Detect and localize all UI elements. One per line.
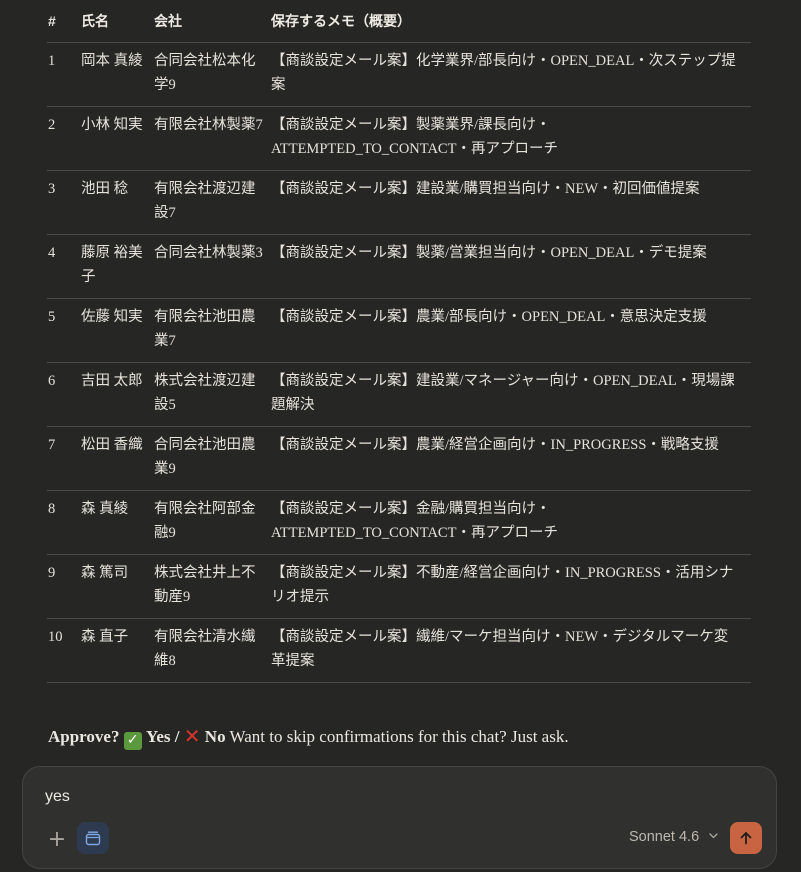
contact-name: 池田 稔 (80, 170, 153, 235)
contact-name: 佐藤 知実 (80, 298, 153, 363)
message-composer[interactable]: yes + Sonnet 4.6 (22, 766, 777, 869)
row-number: 6 (47, 362, 80, 427)
memo-table: # 氏名 会社 保存するメモ（概要） 1 岡本 真綾 合同会社松本化学9 【商談… (47, 0, 751, 683)
company-name: 有限会社林製薬7 (153, 106, 270, 171)
company-name: 有限会社阿部金融9 (153, 490, 270, 555)
skip-confirmation-hint: Want to skip confirmations for this chat… (229, 727, 569, 746)
table-row: 5 佐藤 知実 有限会社池田農業7 【商談設定メール案】農業/部長向け・OPEN… (47, 298, 751, 363)
message-input[interactable]: yes (45, 788, 70, 806)
tools-icon (85, 831, 101, 846)
add-attachment-button[interactable]: + (43, 826, 71, 854)
arrow-up-icon (740, 832, 752, 845)
memo-summary: 【商談設定メール案】金融/購買担当向け・ATTEMPTED_TO_CONTACT… (270, 490, 751, 555)
tools-button[interactable] (77, 822, 109, 854)
memo-summary: 【商談設定メール案】建設業/マネージャー向け・OPEN_DEAL・現場課題解決 (270, 362, 751, 427)
row-number: 9 (47, 554, 80, 619)
row-number: 10 (47, 618, 80, 683)
row-number: 2 (47, 106, 80, 171)
memo-summary: 【商談設定メール案】農業/経営企画向け・IN_PROGRESS・戦略支援 (270, 426, 751, 491)
contact-name: 森 篤司 (80, 554, 153, 619)
table-row: 8 森 真綾 有限会社阿部金融9 【商談設定メール案】金融/購買担当向け・ATT… (47, 490, 751, 555)
column-header-number: # (47, 0, 80, 43)
contact-name: 森 真綾 (80, 490, 153, 555)
company-name: 合同会社池田農業9 (153, 426, 270, 491)
model-label: Sonnet 4.6 (629, 829, 700, 845)
row-number: 1 (47, 42, 80, 107)
approve-question: Approve? (48, 727, 120, 746)
model-selector[interactable]: Sonnet 4.6 (629, 829, 718, 845)
table-row: 10 森 直子 有限会社清水繊維8 【商談設定メール案】繊維/マーケ担当向け・N… (47, 618, 751, 683)
company-name: 有限会社清水繊維8 (153, 618, 270, 683)
memo-summary: 【商談設定メール案】不動産/経営企画向け・IN_PROGRESS・活用シナリオ提… (270, 554, 751, 619)
row-number: 4 (47, 234, 80, 299)
table-header-row: # 氏名 会社 保存するメモ（概要） (47, 0, 751, 43)
memo-summary: 【商談設定メール案】化学業界/部長向け・OPEN_DEAL・次ステップ提案 (270, 42, 751, 107)
company-name: 合同会社松本化学9 (153, 42, 270, 107)
row-number: 5 (47, 298, 80, 363)
contact-name: 小林 知実 (80, 106, 153, 171)
table-row: 1 岡本 真綾 合同会社松本化学9 【商談設定メール案】化学業界/部長向け・OP… (47, 42, 751, 107)
company-name: 株式会社渡辺建設5 (153, 362, 270, 427)
contact-name: 松田 香織 (80, 426, 153, 491)
table-row: 7 松田 香織 合同会社池田農業9 【商談設定メール案】農業/経営企画向け・IN… (47, 426, 751, 491)
option-separator: / (174, 727, 180, 746)
column-header-memo: 保存するメモ（概要） (270, 0, 751, 43)
contact-name: 藤原 裕美子 (80, 234, 153, 299)
memo-summary: 【商談設定メール案】建設業/購買担当向け・NEW・初回価値提案 (270, 170, 751, 235)
table-row: 3 池田 稔 有限会社渡辺建設7 【商談設定メール案】建設業/購買担当向け・NE… (47, 170, 751, 235)
row-number: 8 (47, 490, 80, 555)
no-option: No (204, 727, 226, 746)
company-name: 株式会社井上不動産9 (153, 554, 270, 619)
row-number: 7 (47, 426, 80, 491)
column-header-name: 氏名 (80, 0, 153, 43)
yes-option: Yes (145, 727, 171, 746)
company-name: 有限会社渡辺建設7 (153, 170, 270, 235)
company-name: 合同会社林製薬3 (153, 234, 270, 299)
plus-icon: + (47, 827, 67, 852)
contact-name: 吉田 太郎 (80, 362, 153, 427)
row-number: 3 (47, 170, 80, 235)
send-button[interactable] (730, 822, 762, 854)
memo-summary: 【商談設定メール案】製薬/営業担当向け・OPEN_DEAL・デモ提案 (270, 234, 751, 299)
contact-name: 森 直子 (80, 618, 153, 683)
memo-summary: 【商談設定メール案】農業/部長向け・OPEN_DEAL・意思決定支援 (270, 298, 751, 363)
column-header-company: 会社 (153, 0, 270, 43)
table-row: 9 森 篤司 株式会社井上不動産9 【商談設定メール案】不動産/経営企画向け・I… (47, 554, 751, 619)
memo-table-container: # 氏名 会社 保存するメモ（概要） 1 岡本 真綾 合同会社松本化学9 【商談… (47, 0, 751, 683)
cross-mark-icon: ✕ (183, 724, 201, 748)
table-row: 4 藤原 裕美子 合同会社林製薬3 【商談設定メール案】製薬/営業担当向け・OP… (47, 234, 751, 299)
contact-name: 岡本 真綾 (80, 42, 153, 107)
memo-summary: 【商談設定メール案】製薬業界/課長向け・ATTEMPTED_TO_CONTACT… (270, 106, 751, 171)
company-name: 有限会社池田農業7 (153, 298, 270, 363)
check-mark-icon: ✓ (123, 732, 142, 750)
chevron-down-icon (709, 833, 718, 839)
table-row: 2 小林 知実 有限会社林製薬7 【商談設定メール案】製薬業界/課長向け・ATT… (47, 106, 751, 171)
approval-prompt: Approve? ✓ Yes / ✕ No Want to skip confi… (48, 724, 569, 750)
table-row: 6 吉田 太郎 株式会社渡辺建設5 【商談設定メール案】建設業/マネージャー向け… (47, 362, 751, 427)
memo-summary: 【商談設定メール案】繊維/マーケ担当向け・NEW・デジタルマーケ変革提案 (270, 618, 751, 683)
